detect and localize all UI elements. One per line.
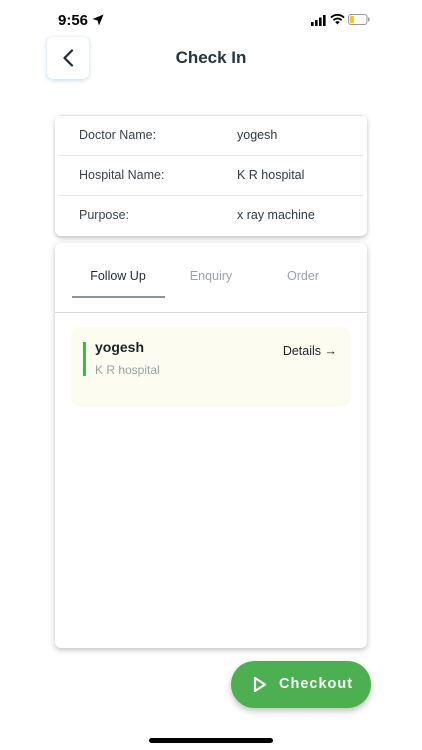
activity-panel: Follow Up Enquiry Order yogesh K R hospi…: [55, 243, 367, 648]
tab-follow-up[interactable]: Follow Up: [72, 269, 164, 283]
check-in-info-card: Doctor Name: yogesh Hospital Name: K R h…: [55, 115, 367, 236]
info-row-purpose: Purpose: x ray machine: [59, 195, 363, 235]
entry-accent-bar: [83, 342, 86, 376]
doctor-name-value: yogesh: [237, 128, 278, 142]
location-arrow-icon: [92, 14, 104, 26]
entry-doctor-name: yogesh: [95, 339, 145, 355]
details-link[interactable]: Details →: [283, 344, 337, 358]
purpose-value: x ray machine: [237, 208, 315, 222]
battery-low-icon: [348, 14, 370, 25]
tab-enquiry[interactable]: Enquiry: [165, 269, 257, 283]
tab-divider: [55, 312, 367, 313]
purpose-label: Purpose:: [79, 208, 130, 222]
checkout-button[interactable]: Checkout: [231, 661, 371, 708]
cellular-signal-icon: [311, 15, 326, 26]
tab-order[interactable]: Order: [257, 269, 349, 283]
hospital-name-value: K R hospital: [237, 168, 305, 182]
page-title: Check In: [175, 48, 247, 67]
doctor-name-label: Doctor Name:: [79, 128, 157, 142]
play-icon: [253, 676, 267, 693]
info-row-doctor: Doctor Name: yogesh: [59, 115, 363, 155]
checkout-label: Checkout: [279, 676, 354, 692]
home-indicator: [149, 738, 273, 743]
follow-up-card[interactable]: yogesh K R hospital Details →: [71, 327, 351, 407]
wifi-icon: [330, 13, 345, 25]
status-time: 9:56: [58, 12, 89, 29]
hospital-name-label: Hospital Name:: [79, 168, 165, 182]
info-row-hospital: Hospital Name: K R hospital: [59, 155, 363, 195]
entry-hospital-name: K R hospital: [95, 363, 160, 377]
active-tab-indicator: [72, 296, 165, 298]
